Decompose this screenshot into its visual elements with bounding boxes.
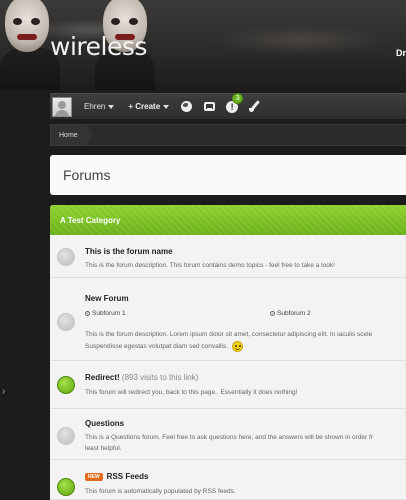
forum-description: This forum will redirect you, back to th…: [85, 389, 298, 396]
forum-title[interactable]: Redirect!: [85, 373, 120, 382]
create-menu[interactable]: + Create: [128, 102, 170, 111]
smiley-icon: [232, 341, 244, 352]
forum-read-icon: [57, 427, 75, 445]
subforum-link[interactable]: Subforum 2: [270, 310, 311, 317]
inbox-icon[interactable]: [203, 101, 215, 113]
subforum-label: Subforum 2: [277, 310, 311, 317]
breadcrumb: Home: [50, 124, 406, 146]
breadcrumb-home[interactable]: Home: [51, 125, 94, 145]
banner-mask: [5, 0, 49, 52]
page-title-box: Forums: [50, 155, 406, 195]
chevron-down-icon: [108, 104, 115, 109]
forum-title[interactable]: New Forum: [85, 294, 129, 303]
globe-icon[interactable]: [180, 101, 192, 113]
forum-title[interactable]: RSS Feeds: [107, 472, 149, 481]
paintbrush-icon[interactable]: [249, 101, 261, 113]
forum-title[interactable]: This is the forum name: [85, 247, 173, 256]
forum-node: New Forum Subforum 1 Subforum 2 This is …: [50, 278, 406, 361]
chevron-right-icon[interactable]: ›: [2, 386, 5, 397]
category-header[interactable]: A Test Category: [50, 205, 406, 235]
username-label: Ehren: [84, 102, 106, 111]
forum-description: This is the forum description. This foru…: [85, 262, 335, 269]
alerts-badge: 3: [232, 92, 244, 104]
forum-read-icon: [57, 313, 75, 331]
header-banner: wireless Dr: [0, 0, 406, 90]
forum-node: Redirect! (893 visits to this link) This…: [50, 361, 406, 409]
chevron-down-icon: [163, 104, 170, 109]
alerts-icon[interactable]: ! 3: [226, 92, 244, 113]
avatar[interactable]: [52, 96, 72, 117]
forum-description-text: Suspendisse egestas volutpat diam sed co…: [85, 343, 229, 351]
forum-node: NEW RSS Feeds This forum is automatically…: [50, 460, 406, 500]
forum-title[interactable]: Questions: [85, 419, 124, 428]
user-navbar: Ehren + Create ! 3: [50, 92, 406, 119]
forum-category: A Test Category This is the forum name T…: [50, 205, 406, 500]
forum-node: This is the forum name This is the forum…: [50, 235, 406, 278]
forum-description: This is a Questions forum. Feel free to …: [85, 434, 373, 441]
site-title[interactable]: wireless: [50, 32, 147, 61]
forum-description-line2: least helpful.: [85, 445, 122, 452]
new-tag: NEW: [85, 472, 103, 481]
forum-unread-icon: [57, 478, 75, 496]
subforum-label: Subforum 1: [92, 310, 126, 317]
forum-read-icon: [57, 248, 75, 266]
forum-node: Questions This is a Questions forum. Fee…: [50, 409, 406, 460]
banner-right-text: Dr: [395, 48, 406, 58]
user-menu[interactable]: Ehren: [84, 102, 115, 111]
forum-description: This forum is automatically populated by…: [85, 488, 236, 495]
forum-unread-icon: [57, 376, 75, 394]
forum-description: This is the forum description. Lorem ips…: [85, 331, 373, 338]
forum-description-line2: Suspendisse egestas volutpat diam sed co…: [85, 341, 244, 352]
visit-count: (893 visits to this link): [121, 373, 199, 382]
subforum-icon: [85, 311, 90, 316]
forum-title-row: NEW RSS Feeds: [85, 472, 148, 481]
page-title: Forums: [63, 167, 111, 183]
create-label: + Create: [128, 102, 161, 111]
subforum-icon: [270, 311, 275, 316]
forum-title-row: Redirect! (893 visits to this link): [85, 373, 198, 382]
subforum-link[interactable]: Subforum 1: [85, 310, 126, 317]
